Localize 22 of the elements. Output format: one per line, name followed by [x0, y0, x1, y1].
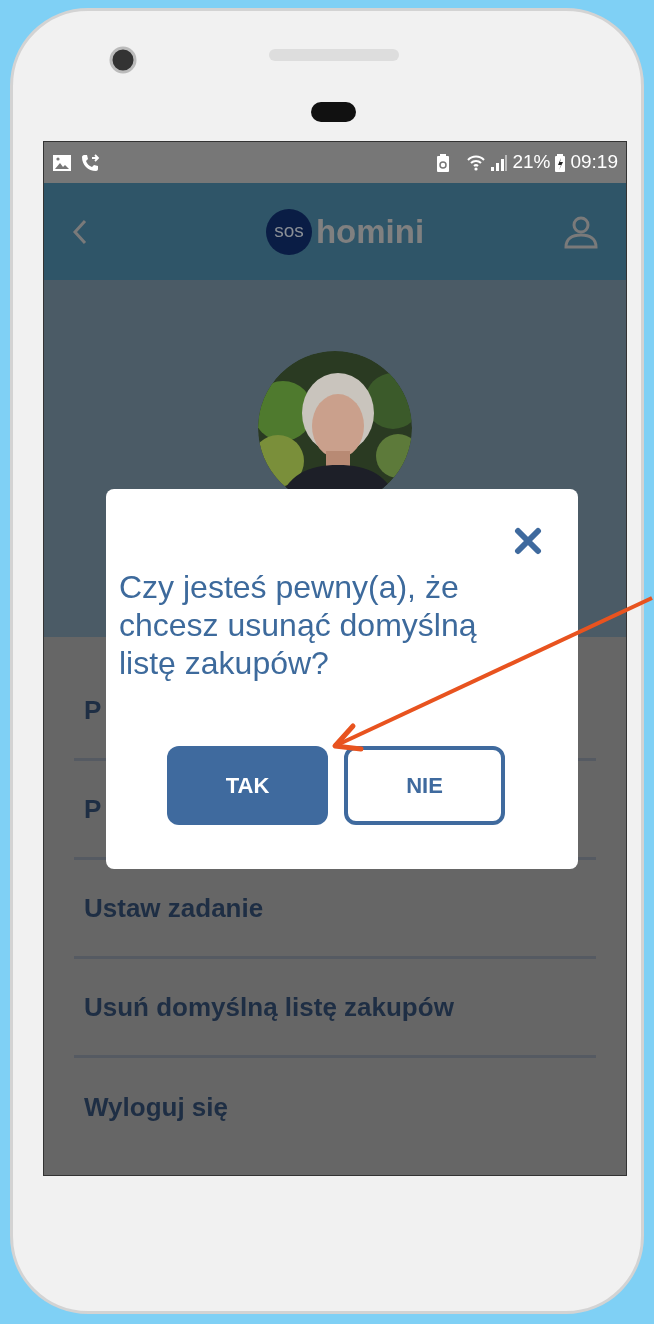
- image-icon: [52, 153, 72, 172]
- profile-icon[interactable]: [564, 214, 598, 249]
- battery-charging-icon: [554, 152, 567, 173]
- logo-badge: sos: [265, 208, 312, 255]
- status-time: 09:19: [570, 150, 618, 175]
- sensor: [311, 102, 356, 122]
- battery-level: 21%: [512, 150, 551, 175]
- signal-icon: [490, 153, 509, 172]
- menu-item[interactable]: Wyloguj się: [84, 1088, 228, 1127]
- cancel-button[interactable]: NIE: [344, 746, 505, 826]
- close-icon[interactable]: [514, 527, 542, 555]
- dialog-message: Czy jesteś pewny(a), że chcesz usunąć domyślną listę zakupów?: [119, 569, 478, 683]
- menu-item[interactable]: Ustaw zadanie: [84, 888, 264, 928]
- logo-text: homini: [315, 211, 425, 252]
- menu-item[interactable]: Usuń domyślną listę zakupów: [84, 987, 454, 1027]
- battery-saver-icon: [436, 152, 451, 173]
- phone-call-icon: [80, 152, 100, 173]
- back-icon[interactable]: [72, 218, 88, 245]
- menu-item[interactable]: P: [84, 789, 102, 829]
- confirm-button[interactable]: TAK: [167, 746, 328, 826]
- menu-item[interactable]: P: [84, 690, 102, 730]
- camera-lens: [109, 46, 137, 74]
